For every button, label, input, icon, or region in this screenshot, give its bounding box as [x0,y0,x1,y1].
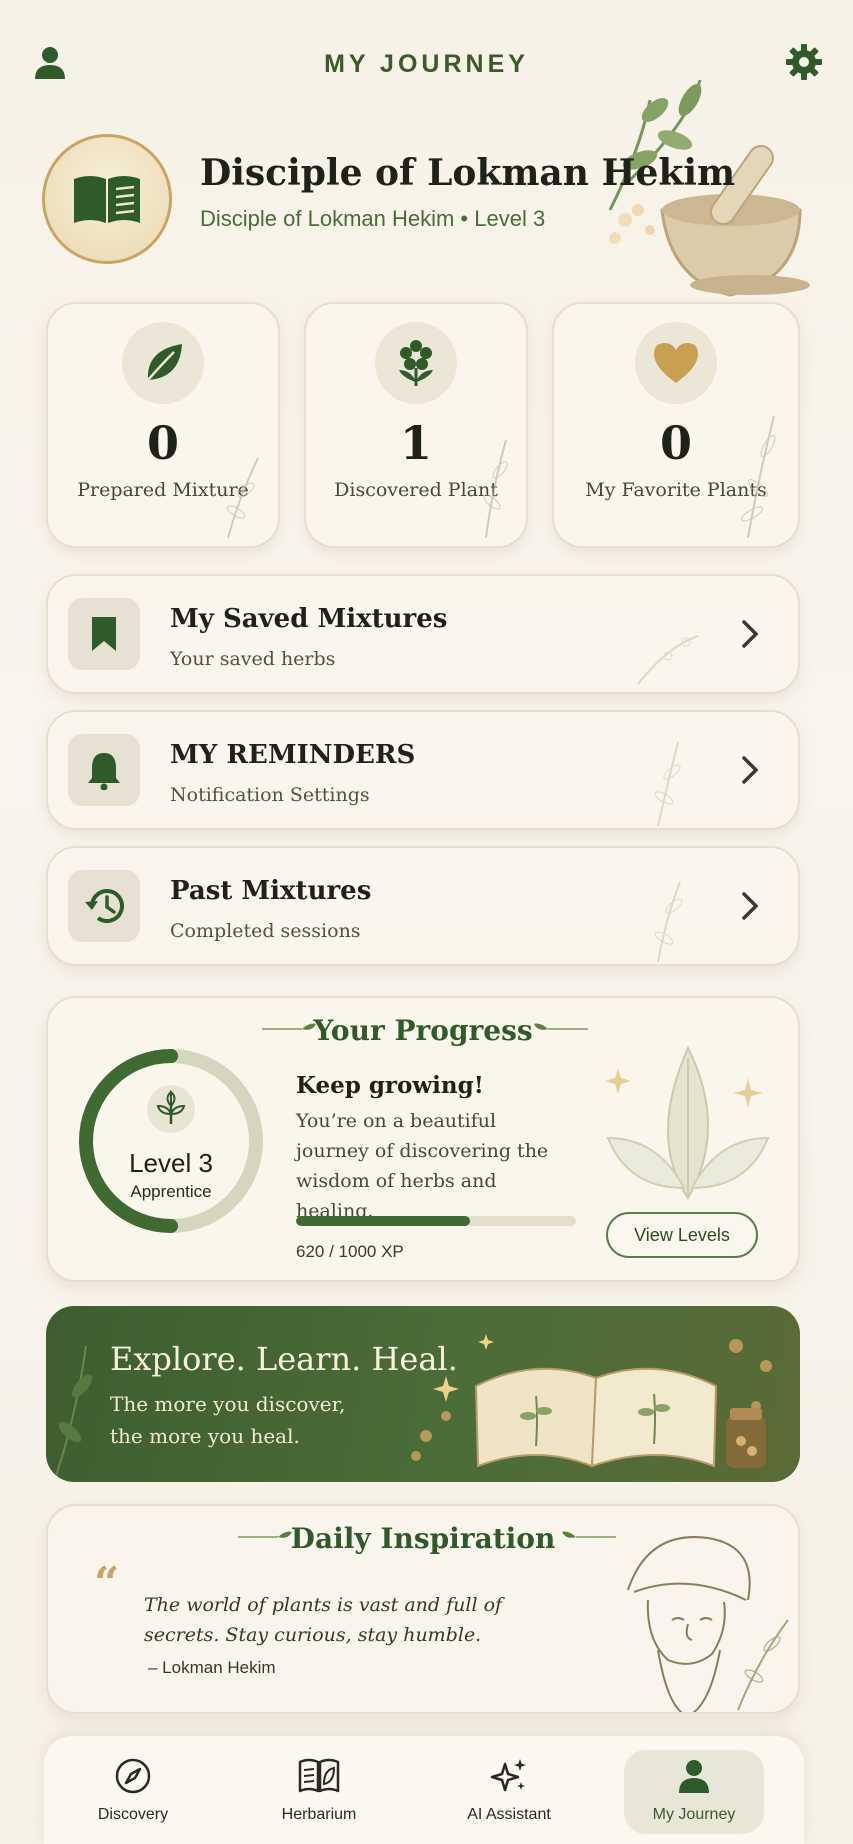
herb-decoration [637,635,699,685]
nav-discovery[interactable]: Discovery [58,1750,208,1834]
avatar [42,134,172,264]
progress-headline: Keep growing! [296,1072,484,1099]
nav-ai-assistant[interactable]: AI Assistant [434,1750,584,1834]
sprout-icon [147,1085,195,1133]
row-title: MY REMINDERS [170,740,416,770]
bottom-nav: Discovery Herbarium AI Assistant My Jour… [44,1736,804,1844]
sprig-decoration [740,415,776,539]
nav-herbarium[interactable]: Herbarium [244,1750,394,1834]
nav-label: Herbarium [281,1806,357,1823]
open-book-icon [74,176,140,223]
quote-icon: “ [94,1558,120,1609]
stat-card-prepared-mixture[interactable]: 0 Prepared Mixture [46,302,280,548]
gear-icon [786,44,822,80]
rank-label: Apprentice [130,1182,212,1201]
profile-name: Disciple of Lokman Hekim [200,152,736,194]
daily-inspiration-card: Daily Inspiration “ The world of plants … [46,1504,800,1714]
row-title: Past Mixtures [170,876,372,906]
level-label: Level 3 [129,1148,213,1178]
xp-text: 620 / 1000 XP [296,1242,404,1261]
row-subtitle: Notification Settings [170,784,370,806]
nav-label: My Journey [652,1806,736,1823]
stat-card-favorite-plants[interactable]: 0 My Favorite Plants [552,302,800,548]
banner-subtitle: The more you discover, the more you heal… [110,1392,346,1448]
nav-label: Discovery [97,1806,169,1823]
sprig-decoration [483,439,508,539]
leaf-decoration [55,1345,93,1476]
reminders-row[interactable]: MY REMINDERS Notification Settings [46,710,800,830]
chevron-right-icon [742,620,759,648]
herb-decoration [654,881,683,963]
explore-banner[interactable]: Explore. Learn. Heal. The more you disco… [46,1306,800,1482]
compass-icon [115,1758,151,1794]
heart-icon [654,343,698,383]
view-levels-button[interactable]: View Levels [606,1212,758,1258]
history-icon [85,889,124,923]
chevron-right-icon [742,756,759,784]
book-leaf-icon [298,1758,340,1793]
sage-portrait-illustration [627,1536,789,1712]
flower-icon [399,340,433,386]
sparkles-icon [490,1759,526,1792]
bookmark-icon [92,617,116,651]
quote-text: The world of plants is vast and full of … [144,1594,503,1646]
sprig-decoration [226,457,259,539]
profile-subtitle: Disciple of Lokman Hekim • Level 3 [200,206,546,231]
herb-decoration [654,741,681,827]
sprig-divider-icon [534,1023,588,1030]
progress-card: Your Progress Level 3 Apprentice Keep gr… [46,996,800,1282]
herbal-book-illustration [411,1334,772,1468]
row-title: My Saved Mixtures [170,604,448,634]
page-title: MY JOURNEY [324,50,529,78]
level-progress-ring [79,1049,263,1233]
nav-my-journey[interactable]: My Journey [624,1750,764,1834]
saved-mixtures-row[interactable]: My Saved Mixtures Your saved herbs [46,574,800,694]
leaf-icon [147,344,182,381]
chevron-right-icon [742,892,759,920]
progress-description: You’re on a beautiful journey of discove… [296,1110,549,1222]
past-mixtures-row[interactable]: Past Mixtures Completed sessions [46,846,800,966]
row-subtitle: Your saved herbs [170,648,336,670]
leaves-illustration [605,1045,770,1200]
bell-icon [88,753,120,790]
user-icon [679,1760,709,1793]
stat-card-discovered-plant[interactable]: 1 Discovered Plant [304,302,528,548]
row-subtitle: Completed sessions [170,920,361,942]
xp-progress-bar [296,1216,576,1226]
settings-button[interactable] [780,38,828,86]
nav-label: AI Assistant [467,1806,551,1823]
quote-author: – Lokman Hekim [148,1658,276,1677]
